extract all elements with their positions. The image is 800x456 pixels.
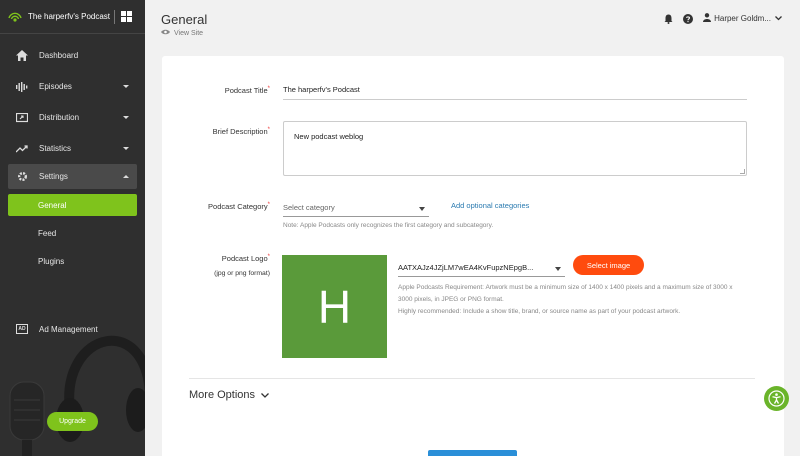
user-name: Harper Goldm... [714, 14, 771, 23]
sidebar-item-label: Ad Management [39, 324, 98, 334]
page-title: General [161, 12, 208, 27]
header-actions: Harper Goldm... [654, 13, 782, 24]
sidebar-item-distribution[interactable]: Distribution [0, 102, 145, 133]
sidebar-subitem-general[interactable]: General [8, 194, 137, 216]
logo-format-hint: (jpg or png format) [214, 270, 270, 277]
chevron-down-icon [123, 85, 129, 88]
sidebar-item-label: Distribution [39, 113, 80, 122]
view-site-label: View Site [174, 29, 204, 37]
save-button[interactable] [428, 450, 517, 456]
sidebar-item-dashboard[interactable]: Dashboard [0, 40, 145, 71]
eye-icon [161, 29, 170, 37]
more-options-toggle[interactable]: More Options [189, 389, 269, 401]
sidebar-item-ad-management[interactable]: AD Ad Management [0, 318, 145, 340]
sidebar-item-label: Episodes [39, 82, 72, 91]
category-placeholder: Select category [283, 203, 335, 212]
sidebar-item-label: Statistics [39, 144, 72, 153]
brief-description-label: Brief Description* [212, 127, 270, 136]
podcast-logo-icon[interactable] [8, 10, 22, 24]
podcast-category-label: Podcast Category* [208, 202, 270, 211]
grid-menu-icon[interactable] [121, 11, 132, 22]
select-image-button[interactable]: Select image [573, 255, 644, 275]
artwork-recommendation-text: Highly recommended: Include a show title… [398, 308, 681, 315]
sidebar-nav: Dashboard Episodes Distribution Statisti… [0, 40, 145, 275]
help-icon[interactable] [683, 13, 694, 24]
more-options-label: More Options [189, 389, 256, 401]
general-settings-card: Podcast Title* The harperfv's Podcast Br… [162, 56, 784, 456]
view-site-link[interactable]: View Site [161, 29, 203, 37]
podcast-name[interactable]: The harperfv's Podcast [28, 12, 110, 21]
share-screen-icon [16, 112, 28, 124]
trending-icon [16, 143, 28, 155]
description-text: New podcast weblog [294, 132, 364, 141]
sidebar-item-episodes[interactable]: Episodes [0, 71, 145, 102]
page-header: General View Site Harper Goldm... [145, 0, 800, 46]
brand-bar: The harperfv's Podcast [0, 0, 145, 34]
user-menu[interactable]: Harper Goldm... [703, 13, 782, 24]
chevron-down-icon [261, 389, 269, 401]
user-icon [703, 13, 712, 24]
podcast-logo-preview: H [282, 255, 387, 358]
chevron-down-icon [775, 14, 782, 23]
category-select[interactable]: Select category [283, 199, 429, 217]
sidebar: The harperfv's Podcast Dashboard Episode… [0, 0, 145, 456]
sidebar-item-statistics[interactable]: Statistics [0, 133, 145, 164]
sidebar-item-label: Settings [39, 172, 68, 181]
chevron-down-icon [123, 116, 129, 119]
sidebar-item-settings[interactable]: Settings [8, 164, 137, 189]
gear-icon [16, 171, 28, 183]
podcast-title-input[interactable]: The harperfv's Podcast [283, 82, 747, 100]
resize-handle-icon[interactable] [740, 169, 745, 174]
add-optional-categories-link[interactable]: Add optional categories [451, 201, 529, 210]
caret-down-icon [555, 267, 561, 271]
sidebar-subitem-feed[interactable]: Feed [0, 219, 145, 247]
artwork-requirement-text: Apple Podcasts Requirement: Artwork must… [398, 284, 733, 303]
sidebar-item-label: Dashboard [39, 51, 79, 60]
upgrade-button[interactable]: Upgrade [47, 412, 98, 431]
chevron-up-icon [123, 175, 129, 178]
artwork-requirements: Apple Podcasts Requirement: Artwork must… [398, 282, 738, 318]
waveform-icon [16, 81, 28, 93]
home-icon [16, 50, 28, 62]
accessibility-icon[interactable] [764, 386, 789, 411]
logo-file-select[interactable]: AATXAJz4JZjLM7wEA4KvFupzNEpgB... [398, 259, 565, 277]
divider [114, 9, 115, 24]
divider [189, 378, 755, 379]
brief-description-textarea[interactable]: New podcast weblog [283, 121, 747, 176]
sidebar-subitem-plugins[interactable]: Plugins [0, 247, 145, 275]
caret-down-icon [419, 207, 425, 211]
logo-file-name: AATXAJz4JZjLM7wEA4KvFupzNEpgB... [398, 263, 534, 272]
headphones-microphone-illustration [9, 335, 145, 456]
category-note: Note: Apple Podcasts only recognizes the… [283, 222, 494, 229]
podcast-logo-label: Podcast Logo* [221, 254, 270, 263]
podcast-title-label: Podcast Title* [224, 86, 270, 95]
chevron-down-icon [123, 147, 129, 150]
bell-icon[interactable] [664, 14, 673, 24]
ad-icon: AD [16, 324, 28, 334]
